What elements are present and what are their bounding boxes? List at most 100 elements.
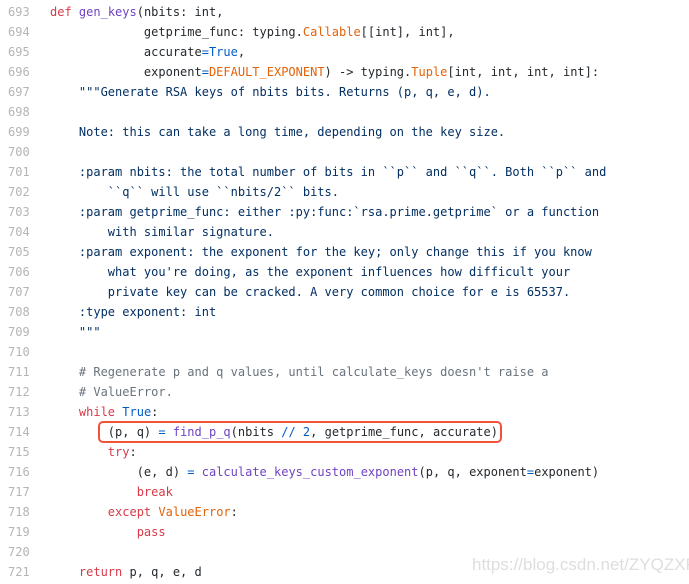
line-code: except ValueError:: [50, 502, 238, 522]
code-line: 701 :param nbits: the total number of bi…: [0, 162, 606, 182]
line-number: 696: [8, 65, 30, 79]
line-code: :type exponent: int: [50, 302, 216, 322]
token-keyword: except: [50, 505, 152, 519]
line-code: accurate=True,: [50, 42, 245, 62]
code-viewer: 693 def gen_keys(nbits: int, 694 getprime_…: [0, 2, 606, 582]
line-code: :param getprime_func: either :py:func:`r…: [50, 202, 599, 222]
code-line: 694 getprime_func: typing.Callable[[int]…: [0, 22, 455, 42]
code-line: 705 :param exponent: the exponent for th…: [0, 242, 592, 262]
line-code: break: [50, 482, 173, 502]
token-operator: =: [201, 45, 209, 59]
line-code: # ValueError.: [50, 382, 173, 402]
line-code: pass: [50, 522, 166, 542]
code-line: 716 (e, d) = calculate_keys_custom_expon…: [0, 462, 599, 482]
line-number: 719: [8, 525, 30, 539]
line-number: 699: [8, 125, 30, 139]
line-number: 694: [8, 25, 30, 39]
line-number: 714: [8, 425, 30, 439]
token-code-text: exponent): [534, 465, 600, 479]
token-operator: =: [187, 465, 195, 479]
line-code: with similar signature.: [50, 222, 274, 242]
token-docstring: with similar signature.: [50, 225, 274, 239]
token-code-text: :: [151, 405, 159, 419]
line-number: 702: [8, 185, 30, 199]
code-line: 720: [0, 542, 38, 562]
token-builtin: DEFAULT_EXPONENT: [208, 65, 325, 79]
line-code: getprime_func: typing.Callable[[int], in…: [50, 22, 455, 42]
line-number: 704: [8, 225, 30, 239]
token-code-text: p, q, e, d: [122, 565, 202, 579]
token-constant: True: [122, 405, 152, 419]
code-line: 715 try:: [0, 442, 137, 462]
token-code-text: exponent: [50, 65, 202, 79]
token-docstring: """Generate RSA keys of nbits bits. Retu…: [50, 85, 491, 99]
code-line: 706 what you're doing, as the exponent i…: [0, 262, 570, 282]
code-line: 697 """Generate RSA keys of nbits bits. …: [0, 82, 491, 102]
code-line: 714 (p, q) = find_p_q(nbits // 2, getpri…: [0, 422, 498, 442]
code-line: 717 break: [0, 482, 173, 502]
token-comment: # ValueError.: [50, 385, 173, 399]
code-line: 700: [0, 142, 38, 162]
line-code: while True:: [50, 402, 159, 422]
code-line: 709 """: [0, 322, 101, 342]
code-line: 710: [0, 342, 38, 362]
token-code-text: :: [230, 505, 238, 519]
code-line: 704 with similar signature.: [0, 222, 274, 242]
token-code-text: getprime_func: typing.: [50, 25, 303, 39]
code-line: 712 # ValueError.: [0, 382, 173, 402]
token-docstring: :param nbits: the total number of bits i…: [50, 165, 607, 179]
token-builtin: Tuple: [411, 65, 448, 79]
line-number: 709: [8, 325, 30, 339]
line-number: 697: [8, 85, 30, 99]
token-code-text: [72, 5, 79, 19]
token-docstring: ``q`` will use ``nbits/2`` bits.: [50, 185, 339, 199]
code-line: 696 exponent=DEFAULT_EXPONENT) -> typing…: [0, 62, 599, 82]
token-code-text: [195, 465, 202, 479]
code-line: 708 :type exponent: int: [0, 302, 216, 322]
token-docstring: private key can be cracked. A very commo…: [50, 285, 571, 299]
line-number: 708: [8, 305, 30, 319]
line-number: 713: [8, 405, 30, 419]
line-number: 720: [8, 545, 30, 559]
line-number: 710: [8, 345, 30, 359]
line-number: 706: [8, 265, 30, 279]
line-number: 701: [8, 165, 30, 179]
line-number: 705: [8, 245, 30, 259]
line-number: 707: [8, 285, 30, 299]
token-keyword: def: [50, 5, 72, 19]
line-number: 703: [8, 205, 30, 219]
line-code: what you're doing, as the exponent influ…: [50, 262, 570, 282]
token-docstring: """: [50, 325, 101, 339]
code-line: 702 ``q`` will use ``nbits/2`` bits.: [0, 182, 339, 202]
line-number: 711: [8, 365, 30, 379]
code-line: 699 Note: this can take a long time, dep…: [0, 122, 505, 142]
token-code-text: [[int], int],: [360, 25, 455, 39]
token-constant: True: [208, 45, 238, 59]
line-code: Note: this can take a long time, dependi…: [50, 122, 505, 142]
token-docstring: Note: this can take a long time, dependi…: [50, 125, 506, 139]
token-keyword: try: [50, 445, 130, 459]
line-code: ``q`` will use ``nbits/2`` bits.: [50, 182, 339, 202]
line-code: def gen_keys(nbits: int,: [50, 2, 223, 22]
token-docstring: what you're doing, as the exponent influ…: [50, 265, 571, 279]
token-keyword: return: [50, 565, 123, 579]
token-code-text: accurate: [50, 45, 202, 59]
token-code-text: ) -> typing.: [324, 65, 412, 79]
highlight-box: [98, 421, 502, 443]
line-code: return p, q, e, d: [50, 562, 202, 582]
line-number: 693: [8, 5, 30, 19]
line-number: 698: [8, 105, 30, 119]
line-code: """: [50, 322, 101, 342]
line-number: 717: [8, 485, 30, 499]
line-code: try:: [50, 442, 137, 462]
line-code: """Generate RSA keys of nbits bits. Retu…: [50, 82, 491, 102]
token-function-name: calculate_keys_custom_exponent: [201, 465, 419, 479]
code-line: 721 return p, q, e, d: [0, 562, 202, 582]
line-number: 716: [8, 465, 30, 479]
line-code: private key can be cracked. A very commo…: [50, 282, 570, 302]
token-code-text: ,: [237, 45, 246, 59]
token-builtin: Callable: [302, 25, 361, 39]
code-line: 711 # Regenerate p and q values, until c…: [0, 362, 549, 382]
token-keyword: pass: [50, 525, 166, 539]
line-code: :param nbits: the total number of bits i…: [50, 162, 606, 182]
